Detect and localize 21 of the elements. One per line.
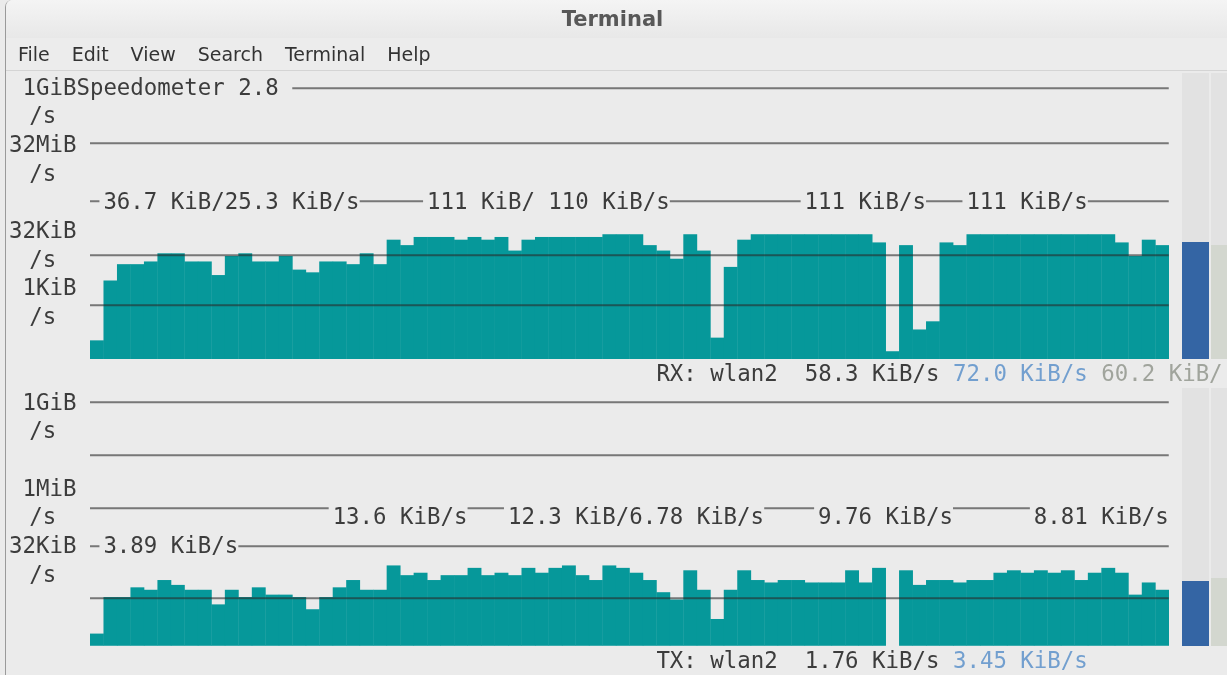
axis-label: 1MiB /s — [21, 473, 77, 531]
axis-label: 1GiB /s — [21, 72, 77, 130]
axis-label: 1KiB /s — [21, 273, 77, 331]
axis-label: 1GiB /s — [21, 387, 77, 446]
window-title: Terminal — [561, 7, 664, 31]
rate-reading: 1.76 KiB/s — [804, 645, 940, 675]
menu-item[interactable]: Help — [376, 38, 442, 70]
menu-item[interactable]: View — [119, 38, 187, 70]
rate-reading: 3.45 KiB/s — [952, 645, 1088, 675]
rate-reading: 58.3 KiB/s — [804, 359, 940, 388]
axis-label: 32KiB /s — [9, 530, 77, 589]
axis-label: 32MiB /s — [9, 129, 77, 188]
interface-label: RX: wlan2 — [656, 359, 778, 388]
menu-item[interactable]: Edit — [60, 38, 120, 70]
menu-item[interactable]: Terminal — [273, 38, 377, 70]
rate-reading: 72.0 KiB/s — [952, 359, 1088, 388]
axis-label: 32KiB /s — [9, 215, 77, 274]
interface-label: TX: wlan2 — [656, 645, 778, 675]
rate-reading: 60.2 KiB/ — [1101, 359, 1223, 388]
menu-item[interactable]: Search — [186, 38, 274, 70]
menu-item[interactable]: File — [7, 38, 61, 70]
